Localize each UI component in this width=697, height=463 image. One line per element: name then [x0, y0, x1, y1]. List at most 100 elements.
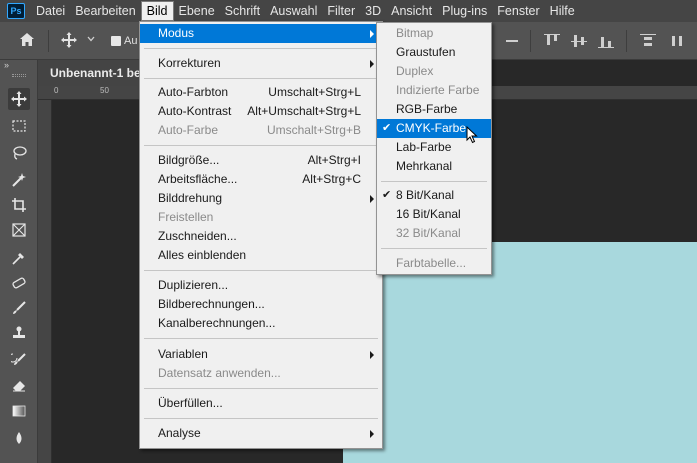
- menu-item-32bit: 32 Bit/Kanal: [377, 224, 491, 243]
- chevron-down-icon[interactable]: [86, 33, 96, 51]
- menu-item-mehrkanal[interactable]: Mehrkanal: [377, 157, 491, 176]
- align-vertical-center-icon[interactable]: [571, 34, 587, 48]
- tool-panel: »: [0, 60, 38, 463]
- menu-item-label: Bildberechnungen...: [158, 297, 265, 311]
- menu-item-label: Bitmap: [396, 26, 434, 40]
- document-canvas[interactable]: [343, 242, 697, 463]
- menu-item-label: Mehrkanal: [396, 159, 453, 173]
- menu-item-auto-farbe: Auto-Farbe Umschalt+Strg+B: [140, 121, 382, 140]
- menu-separator: [381, 181, 487, 182]
- align-bottom-icon[interactable]: [598, 34, 614, 48]
- clone-stamp-icon[interactable]: [8, 322, 30, 344]
- crop-tool-icon[interactable]: [8, 194, 30, 216]
- menu-item-8bit[interactable]: ✔ 8 Bit/Kanal: [377, 186, 491, 205]
- menu-item-kanalberechnungen[interactable]: Kanalberechnungen...: [140, 314, 382, 333]
- menu-item-bildberechnungen[interactable]: Bildberechnungen...: [140, 295, 382, 314]
- menu-item-label: Farbtabelle...: [396, 256, 467, 270]
- home-icon[interactable]: [18, 31, 36, 54]
- menu-item-label: RGB-Farbe: [396, 102, 458, 116]
- modus-submenu: Bitmap Graustufen Duplex Indizierte Farb…: [376, 22, 492, 275]
- collapse-panel-button[interactable]: »: [4, 60, 9, 70]
- menu-item-shortcut: Alt+Strg+C: [302, 172, 361, 186]
- menu-item-indizierte-farbe: Indizierte Farbe: [377, 81, 491, 100]
- checkmark-icon: ✔: [382, 189, 392, 201]
- gradient-icon[interactable]: [8, 400, 30, 422]
- distribute-center-icon[interactable]: [670, 34, 686, 48]
- submenu-arrow-icon: [370, 60, 374, 68]
- auto-select-checkbox[interactable]: [111, 36, 121, 46]
- menu-schrift[interactable]: Schrift: [220, 1, 265, 21]
- menu-hilfe[interactable]: Hilfe: [545, 1, 580, 21]
- submenu-arrow-icon: [370, 430, 374, 438]
- menu-item-label: Analyse: [158, 426, 201, 440]
- menu-item-bildgroesse[interactable]: Bildgröße... Alt+Strg+I: [140, 151, 382, 170]
- magic-wand-icon[interactable]: [8, 169, 30, 191]
- eyedropper-icon[interactable]: [8, 247, 30, 269]
- menu-item-label: Datensatz anwenden...: [158, 366, 281, 380]
- menu-item-korrekturen[interactable]: Korrekturen: [140, 54, 382, 73]
- menu-fenster[interactable]: Fenster: [492, 1, 544, 21]
- menu-ebene[interactable]: Ebene: [174, 1, 220, 21]
- menu-item-graustufen[interactable]: Graustufen: [377, 43, 491, 62]
- history-brush-icon[interactable]: [8, 349, 30, 371]
- menu-item-datensatz: Datensatz anwenden...: [140, 364, 382, 383]
- marquee-tool-icon[interactable]: [8, 115, 30, 137]
- checkmark-icon: ✔: [382, 122, 392, 134]
- menu-item-label: Arbeitsfläche...: [158, 172, 238, 186]
- menu-item-label: Bildgröße...: [158, 153, 220, 167]
- blur-icon[interactable]: [8, 427, 30, 449]
- menu-item-label: Alles einblenden: [158, 248, 247, 262]
- mouse-pointer-icon: [466, 125, 480, 144]
- menu-item-zuschneiden[interactable]: Zuschneiden...: [140, 227, 382, 246]
- menu-item-ueberfuellen[interactable]: Überfüllen...: [140, 394, 382, 413]
- options-divider: [48, 30, 49, 52]
- menu-separator: [144, 270, 378, 271]
- brush-tool-icon[interactable]: [8, 297, 30, 319]
- menu-item-analyse[interactable]: Analyse: [140, 424, 382, 443]
- ruler-tick: 50: [100, 86, 109, 95]
- menu-auswahl[interactable]: Auswahl: [265, 1, 322, 21]
- menu-item-modus[interactable]: Modus: [140, 24, 382, 43]
- menu-item-label: Duplizieren...: [158, 278, 229, 292]
- lasso-tool-icon[interactable]: [8, 142, 30, 164]
- menu-item-auto-kontrast[interactable]: Auto-Kontrast Alt+Umschalt+Strg+L: [140, 102, 382, 121]
- options-divider: [530, 30, 531, 52]
- menu-plugins[interactable]: Plug-ins: [437, 1, 492, 21]
- menu-separator: [144, 338, 378, 339]
- panel-grip[interactable]: [12, 74, 26, 77]
- menu-item-label: Bilddrehung: [158, 191, 223, 205]
- menu-item-label: 8 Bit/Kanal: [396, 188, 455, 202]
- menu-item-arbeitsflaeche[interactable]: Arbeitsfläche... Alt+Strg+C: [140, 170, 382, 189]
- menu-item-shortcut: Umschalt+Strg+L: [268, 85, 361, 99]
- menu-item-label: CMYK-Farbe: [396, 121, 467, 135]
- menu-item-alles-einblenden[interactable]: Alles einblenden: [140, 246, 382, 265]
- menu-item-16bit[interactable]: 16 Bit/Kanal: [377, 205, 491, 224]
- menu-item-label: Freistellen: [158, 210, 214, 224]
- options-divider: [626, 30, 627, 52]
- menu-separator: [144, 418, 378, 419]
- align-icon[interactable]: [504, 34, 520, 48]
- menu-item-label: Duplex: [396, 64, 434, 78]
- menu-ansicht[interactable]: Ansicht: [386, 1, 437, 21]
- align-top-icon[interactable]: [544, 34, 560, 48]
- menu-3d[interactable]: 3D: [360, 1, 386, 21]
- move-tool-icon[interactable]: [8, 88, 30, 110]
- menu-item-farbtabelle: Farbtabelle...: [377, 254, 491, 273]
- menu-item-bilddrehung[interactable]: Bilddrehung: [140, 189, 382, 208]
- frame-tool-icon[interactable]: [8, 219, 30, 241]
- menu-item-variablen[interactable]: Variablen: [140, 345, 382, 364]
- menu-item-duplizieren[interactable]: Duplizieren...: [140, 276, 382, 295]
- menu-datei[interactable]: Datei: [31, 1, 70, 21]
- menu-item-auto-farbton[interactable]: Auto-Farbton Umschalt+Strg+L: [140, 83, 382, 102]
- distribute-top-icon[interactable]: [640, 34, 656, 48]
- vertical-ruler: [38, 100, 52, 463]
- menu-item-label: Lab-Farbe: [396, 140, 452, 154]
- move-icon[interactable]: [60, 31, 78, 54]
- document-tab[interactable]: Unbenannt-1 bei: [38, 60, 144, 86]
- menu-filter[interactable]: Filter: [322, 1, 360, 21]
- healing-brush-icon[interactable]: [8, 272, 30, 294]
- menu-bild[interactable]: Bild: [140, 1, 174, 21]
- menu-bearbeiten[interactable]: Bearbeiten: [70, 1, 140, 21]
- menu-item-rgb-farbe[interactable]: RGB-Farbe: [377, 100, 491, 119]
- eraser-icon[interactable]: [8, 374, 30, 396]
